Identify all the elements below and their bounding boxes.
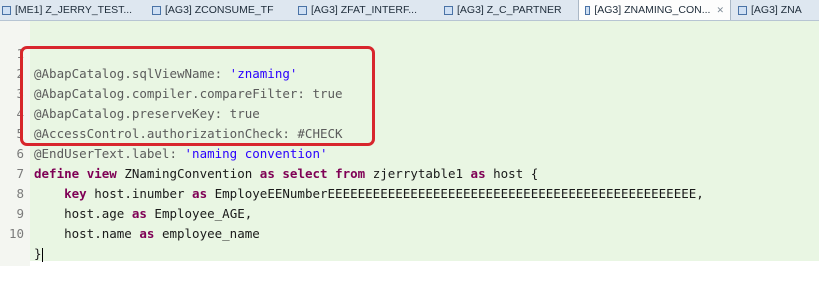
tab-zconsume-tf[interactable]: [AG3] ZCONSUME_TF [152,0,274,20]
abap-object-icon [298,5,307,15]
code-line-2: 2 @AbapCatalog.compiler.compareFilter: t… [0,44,819,101]
abap-object-icon [2,5,11,15]
code-line-10: 10 } [0,204,819,262]
code-line-9: 9 host.name as employee_name [0,184,819,241]
tab-label: [ME1] Z_JERRY_TEST... [15,4,133,16]
editor-tab-bar: [ME1] Z_JERRY_TEST... [AG3] ZCONSUME_TF … [0,0,819,21]
code-line-5: 5 @EndUserText.label: 'naming convention… [0,104,819,161]
abap-object-icon [444,5,453,15]
tab-label: [AG3] Z_C_PARTNER [457,4,562,16]
code-line-6: 6 define view ZNamingConvention as selec… [0,124,819,181]
tab-z-c-partner[interactable]: [AG3] Z_C_PARTNER [444,0,562,20]
tab-zfat-interf[interactable]: [AG3] ZFAT_INTERF... [298,0,417,20]
code-line-3: 3 @AbapCatalog.preserveKey: true [0,64,819,121]
tab-label: [AG3] ZCONSUME_TF [165,4,274,16]
code-line-1: 1 @AbapCatalog.sqlViewName: 'znaming' [0,24,819,81]
tab-label: [AG3] ZFAT_INTERF... [311,4,417,16]
text-cursor [41,247,43,262]
tab-zna[interactable]: [AG3] ZNA [738,0,802,20]
tab-z-jerry-test[interactable]: [ME1] Z_JERRY_TEST... [2,0,132,20]
abap-object-icon [152,5,161,15]
abap-object-icon [585,5,591,15]
line-number: 10 [8,226,24,241]
code-text: host.name as employee_name [34,226,260,241]
tab-znaming-con[interactable]: [AG3] ZNAMING_CON... ✕ [578,0,731,20]
close-icon[interactable]: ✕ [716,5,724,16]
code-text: } [34,246,43,262]
tab-label: [AG3] ZNAMING_CON... [594,4,711,16]
code-editor[interactable]: 1 @AbapCatalog.sqlViewName: 'znaming' 2 … [0,21,819,266]
abap-object-icon [738,5,747,15]
code-line-7: 7 key host.inumber as EmployeEENumberEEE… [0,144,819,201]
tab-label: [AG3] ZNA [751,4,802,16]
code-line-8: 8 host.age as Employee_AGE, [0,164,819,221]
code-line-4: 4 @AccessControl.authorizationCheck: #CH… [0,84,819,141]
